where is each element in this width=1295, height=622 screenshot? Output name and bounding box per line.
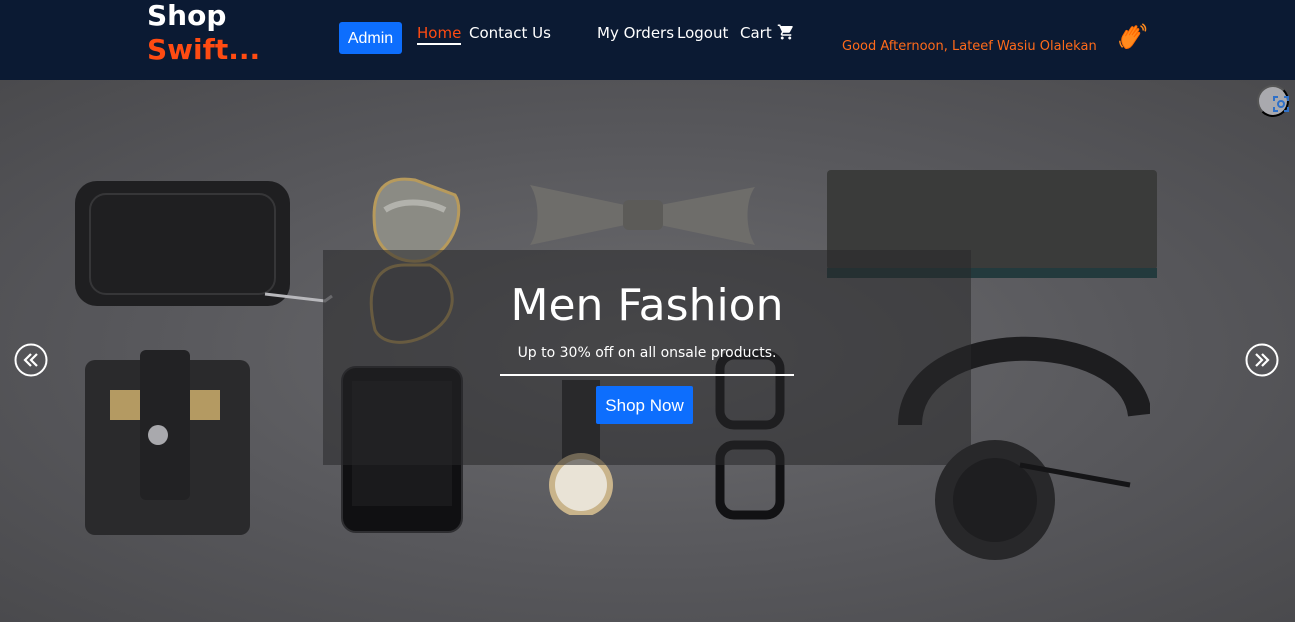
wallet-image [75, 181, 333, 306]
chevrons-left-icon[interactable] [14, 343, 48, 377]
nav-home-link[interactable]: Home [417, 24, 462, 45]
top-navbar: Shop Swift... Admin Home Contact Us My O… [0, 0, 1295, 80]
brand-line1: Shop [147, 0, 227, 32]
waving-hand-icon [1119, 23, 1147, 49]
chevrons-right-icon[interactable] [1245, 343, 1279, 377]
brand-logo[interactable]: Shop Swift... [147, 0, 260, 64]
nav-orders-link[interactable]: My Orders [597, 24, 674, 42]
nav-logout-link[interactable]: Logout [677, 24, 728, 42]
cart-icon[interactable] [777, 23, 795, 41]
hero-subtitle: Up to 30% off on all onsale products. [517, 345, 777, 361]
bowtie-image [530, 185, 755, 245]
hero-divider [500, 374, 794, 376]
hero-caption: Men Fashion Up to 30% off on all onsale … [323, 250, 971, 465]
scan-icon [1273, 96, 1289, 112]
brand-line2: Swift... [147, 33, 261, 66]
greeting-text: Good Afternoon, Lateef Wasiu Olalekan [842, 39, 1097, 54]
hero-title: Men Fashion [510, 280, 784, 331]
card-holder-image [85, 350, 250, 535]
visual-search-button[interactable] [1257, 85, 1289, 117]
nav-cart-link[interactable]: Cart [740, 24, 772, 42]
hero-carousel: Men Fashion Up to 30% off on all onsale … [0, 80, 1295, 622]
nav-contact-link[interactable]: Contact Us [469, 24, 551, 42]
admin-button[interactable]: Admin [339, 22, 402, 54]
shop-now-button[interactable]: Shop Now [596, 386, 693, 424]
